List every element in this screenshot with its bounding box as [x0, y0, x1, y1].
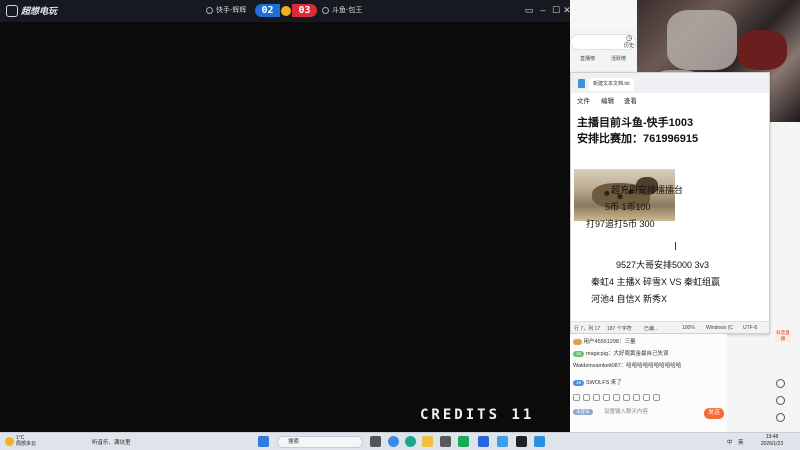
chat-toolbar	[573, 394, 723, 404]
send-button[interactable]: 发送	[704, 408, 724, 419]
weather-icon	[5, 436, 14, 446]
text-line: 主播目前斗鱼-快手1003	[577, 117, 694, 129]
vs-icon	[281, 5, 291, 16]
emoji-icon[interactable]	[573, 394, 580, 401]
clock[interactable]: 13:48 2026/1/23	[750, 434, 794, 448]
taskbar: 1°C 局部多云 听音乐、满坑里 搜索 中 英 13:48 2026/1/23	[0, 432, 800, 450]
tiktok-icon[interactable]	[516, 436, 527, 447]
team-right-label: 斗鱼-包王	[332, 7, 363, 14]
team-left: 快手-辉辉	[206, 5, 246, 15]
douyu-icon	[322, 6, 329, 14]
history-label: 历史	[623, 43, 634, 49]
weather-widget[interactable]: 1°C 局部多云	[5, 435, 36, 447]
game-title-bar: 超想电玩 快手-辉辉 02 03 斗鱼-包王 ▭ – ☐ ✕	[0, 0, 571, 22]
gift-icon[interactable]	[583, 394, 590, 401]
ime-mode[interactable]: 英	[738, 438, 744, 446]
edge-icon[interactable]	[388, 436, 399, 447]
status-position: 行 7，列 17	[574, 326, 601, 332]
status-chars: 187 个字符	[607, 326, 632, 332]
kuaishou-icon	[206, 6, 213, 14]
settings-icon[interactable]	[776, 413, 785, 422]
app-logo: 超想电玩	[6, 4, 62, 17]
target-icon[interactable]	[776, 396, 785, 405]
tool-icon[interactable]	[653, 394, 660, 401]
history-button[interactable]: ◷ 历史	[620, 34, 638, 52]
task-view-icon[interactable]	[370, 436, 381, 447]
taskbar-search[interactable]: 搜索	[277, 436, 363, 448]
music-widget[interactable]: 听音乐、满坑里	[92, 438, 131, 446]
side-tag[interactable]: 抖音直播	[775, 330, 791, 342]
at-icon[interactable]	[603, 394, 610, 401]
text-line: 打97追打5币 300	[586, 219, 655, 229]
logo-text: 超想电玩	[21, 7, 58, 17]
chat-message: Waldeinsamkeit087：哈哈哈哈哈哈哈哈哈哈	[573, 363, 682, 369]
text-line: 秦虹4 主播X 碎雪X VS 秦虹组赢	[591, 277, 721, 287]
windows-start-icon[interactable]	[258, 436, 269, 447]
notepad-tab[interactable]: 新建文本文档.txt	[589, 78, 634, 91]
team-left-label: 快手-辉辉	[216, 7, 247, 14]
tool-icon[interactable]	[623, 394, 630, 401]
app-icon[interactable]	[497, 436, 508, 447]
notepad-menu: 文件 编辑 查看	[571, 93, 769, 106]
tab-live-rank[interactable]: 直播榜	[580, 55, 595, 62]
app-icon[interactable]	[478, 436, 489, 447]
menu-edit[interactable]: 编辑	[601, 95, 614, 105]
restore-button[interactable]: ▭	[524, 4, 534, 16]
scoreboard: 02 03	[255, 3, 317, 18]
notepad-icon	[578, 79, 585, 88]
replay-icon[interactable]	[776, 379, 785, 388]
clock-icon: ◷	[625, 35, 633, 42]
tool-icon[interactable]	[643, 394, 650, 401]
login-tag: 未登录	[573, 408, 593, 415]
text-line: 9527大哥安排5000 3v3	[616, 260, 710, 270]
user-level-badge: 16	[573, 350, 585, 357]
notepad-editor[interactable]: 主播目前斗鱼-快手1003 安排比赛加：761996915 超充周安排擂擂台 5…	[571, 106, 769, 324]
text-line: 河池4 自信X 新秀X	[591, 294, 668, 304]
chat-message: 16 SWOLFS 来了	[573, 378, 622, 386]
app-icon[interactable]	[534, 436, 545, 447]
status-encoding: UTF-8	[743, 325, 758, 331]
score-right: 03	[292, 4, 317, 17]
text-cursor	[675, 242, 680, 250]
ime-lang[interactable]: 中	[727, 438, 733, 446]
text-line: 超充周安排擂擂台	[611, 185, 684, 195]
minimize-button[interactable]: –	[538, 4, 548, 16]
maximize-button[interactable]: ☐	[551, 4, 561, 16]
user-level-badge	[573, 338, 582, 345]
text-line: 安排比赛加：761996915	[577, 133, 699, 145]
user-level-badge: 16	[573, 379, 585, 386]
more-icon[interactable]	[613, 394, 620, 401]
weather-desc: 局部多云	[16, 441, 37, 447]
menu-file[interactable]: 文件	[577, 95, 590, 105]
app-icon[interactable]	[440, 436, 451, 447]
chat-input[interactable]: 未登录 设置输入聊天内容	[573, 407, 723, 421]
wechat-icon[interactable]	[458, 436, 469, 447]
score-left: 02	[255, 4, 280, 17]
logo-icon	[6, 4, 18, 17]
screen: 超想电玩 快手-辉辉 02 03 斗鱼-包王 ▭ – ☐ ✕ CREDITS 1…	[0, 0, 800, 450]
browser-icon[interactable]	[405, 436, 416, 447]
browser-header	[570, 0, 636, 28]
chat-message: 用户45561298：三量	[573, 337, 636, 345]
notepad-window: 新建文本文档.txt 文件 编辑 查看 主播目前斗鱼-快手1003 安排比赛加：…	[570, 72, 770, 334]
folder-icon[interactable]	[422, 436, 433, 447]
browser-tabs: 直播榜 活跃榜	[570, 55, 636, 62]
notepad-titlebar: 新建文本文档.txt	[571, 73, 769, 93]
tool-icon[interactable]	[633, 394, 640, 401]
status-eol: Windows (C	[706, 325, 733, 331]
chat-panel: 用户45561298：三量 16 magicpig：大好周黄金最自己失误 Wald…	[570, 334, 727, 432]
menu-view[interactable]: 查看	[624, 95, 637, 105]
status-zoom: 100%	[682, 325, 695, 331]
credits-counter: CREDITS 11	[420, 407, 535, 423]
chat-input-placeholder: 设置输入聊天内容	[604, 409, 649, 415]
tab-active-rank[interactable]: 活跃榜	[611, 55, 626, 62]
clock-date: 2026/1/23	[760, 441, 784, 447]
team-right: 斗鱼-包王	[322, 5, 362, 15]
text-line: 5币 1币100	[605, 202, 651, 212]
chat-message: 16 magicpig：大好周黄金最自己失误	[573, 349, 669, 357]
status-other: 已编...	[644, 326, 659, 332]
image-icon[interactable]	[593, 394, 600, 401]
notepad-statusbar: 行 7，列 17 187 个字符 已编... 100% Windows (C U…	[571, 321, 769, 333]
clock-time: 13:48	[765, 434, 779, 440]
